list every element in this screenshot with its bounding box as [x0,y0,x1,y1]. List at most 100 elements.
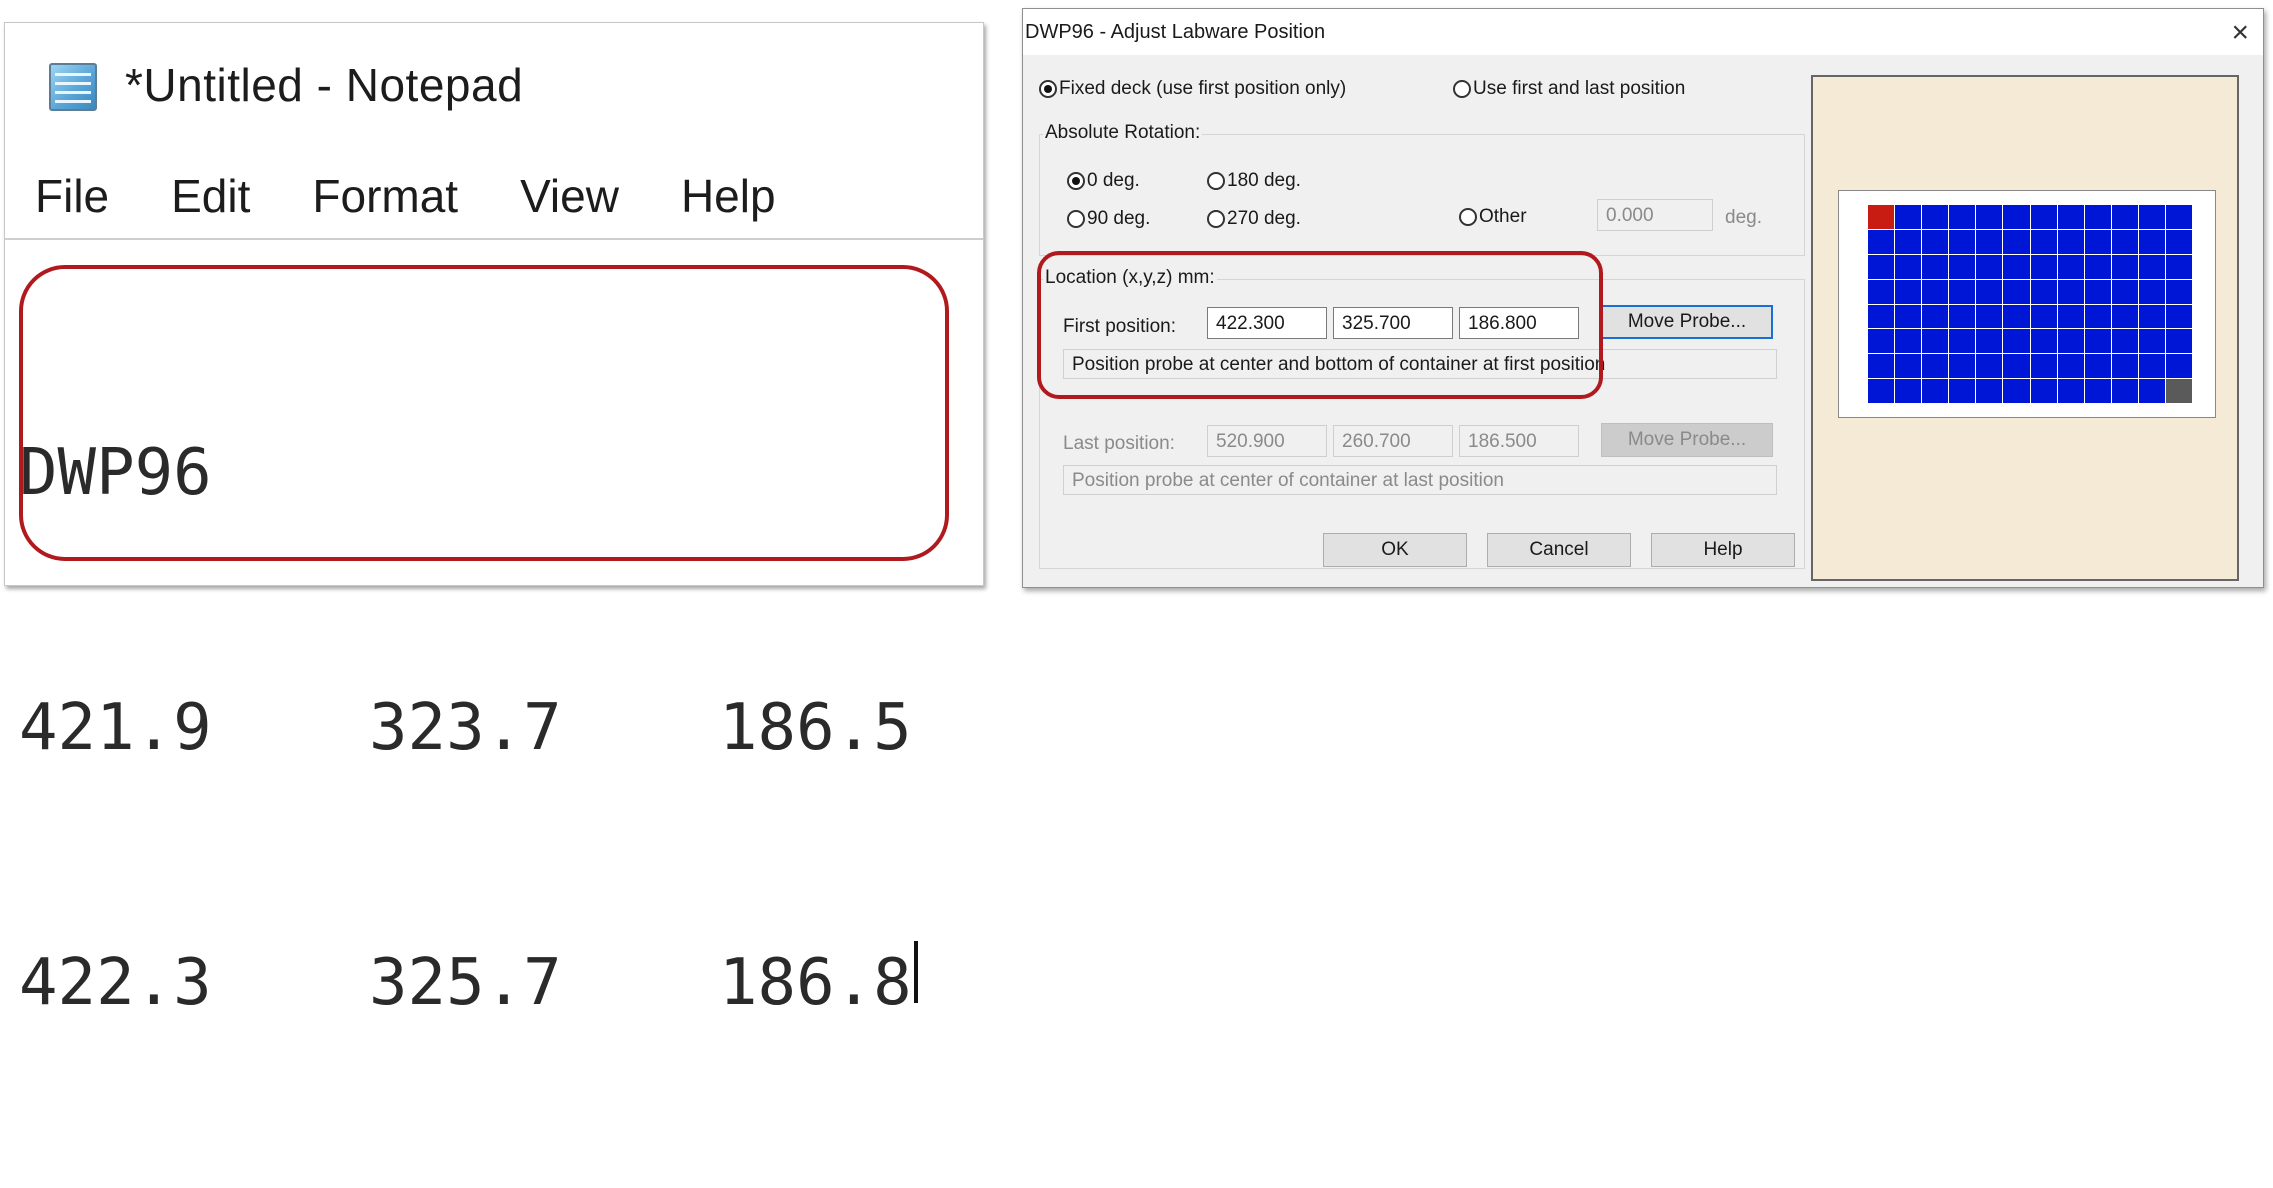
menu-help[interactable]: Help [681,169,776,223]
adjust-labware-dialog: DWP96 - Adjust Labware Position × Fixed … [1022,8,2264,588]
rotation-group [1039,134,1805,256]
plate-well [1922,279,1949,304]
text-value-z: 186.8 [719,946,912,1020]
first-x-input[interactable]: 422.300 [1207,307,1327,339]
plate-well [2111,279,2138,304]
notepad-window: *Untitled - Notepad File Edit Format Vie… [4,22,984,1020]
plate-well [2003,254,2030,279]
plate-well [2165,254,2192,279]
menu-divider [5,238,983,240]
plate-well [1868,205,1895,229]
plate-well [1868,379,1895,403]
plate-well [2111,205,2138,229]
plate-well [2138,304,2165,329]
plate-well [1895,379,1922,403]
plate-well [2003,304,2030,329]
plate-well [2111,229,2138,254]
menu-format[interactable]: Format [312,169,458,223]
notepad-titlebar: *Untitled - Notepad [43,55,523,115]
radio-fixed-deck[interactable]: Fixed deck (use first position only) [1039,78,1346,100]
radio-first-last-label: Use first and last position [1473,78,1686,99]
radio-rotation-90[interactable]: 90 deg. [1067,208,1150,230]
first-z-input[interactable]: 186.800 [1459,307,1579,339]
last-y-input[interactable]: 260.700 [1333,425,1453,457]
radio-rotation-other[interactable]: Other [1459,206,1527,228]
menu-view[interactable]: View [520,169,619,223]
plate-well [2138,379,2165,403]
menu-file[interactable]: File [35,169,109,223]
plate-well [2030,354,2057,379]
notepad-title: *Untitled - Notepad [125,59,524,111]
plate-well [1949,254,1976,279]
plate-well [2003,354,2030,379]
notepad-menubar: File Edit Format View Help [35,169,838,223]
plate-outline [1838,190,2216,418]
text-value-x: 421.9 [19,691,212,765]
plate-well [2165,205,2192,229]
cancel-button[interactable]: Cancel [1487,533,1631,567]
radio-rotation-0[interactable]: 0 deg. [1067,170,1140,192]
plate-well [1922,329,1949,354]
radio-rotation-180[interactable]: 180 deg. [1207,170,1301,192]
first-y-input[interactable]: 325.700 [1333,307,1453,339]
plate-well [1976,329,2003,354]
menu-edit[interactable]: Edit [171,169,250,223]
plate-well [1868,254,1895,279]
plate-well [2003,279,2030,304]
plate-well [1868,329,1895,354]
plate-well [1922,379,1949,403]
plate-well [1922,304,1949,329]
plate-well [2057,304,2084,329]
radio-first-last[interactable]: Use first and last position [1453,78,1685,100]
plate-well [2084,254,2111,279]
plate-well [2138,205,2165,229]
plate-well [1976,205,2003,229]
plate-well [2057,329,2084,354]
text-value-z: 186.5 [719,691,912,765]
radio-rotation-0-label: 0 deg. [1087,170,1140,191]
plate-well [1895,329,1922,354]
notepad-text-area[interactable]: DWP96 421.9 323.7 186.5 422.3 325.7 186.… [19,261,918,1188]
radio-rotation-270[interactable]: 270 deg. [1207,208,1301,230]
plate-well [1949,329,1976,354]
plate-well [2111,304,2138,329]
plate-well [1895,254,1922,279]
plate-well [1868,279,1895,304]
last-move-probe-button[interactable]: Move Probe... [1601,423,1773,457]
dialog-titlebar: DWP96 - Adjust Labware Position × [1023,9,2263,55]
help-button[interactable]: Help [1651,533,1795,567]
rotation-group-label: Absolute Rotation: [1043,122,1203,144]
radio-rotation-90-label: 90 deg. [1087,208,1151,229]
plate-well [1949,379,1976,403]
plate-well [1949,279,1976,304]
text-value-y: 325.7 [369,946,562,1020]
plate-well [1895,229,1922,254]
plate-well [1922,254,1949,279]
plate-well [2084,379,2111,403]
plate-well [2138,329,2165,354]
labware-preview [1811,75,2239,581]
last-z-input[interactable]: 186.500 [1459,425,1579,457]
plate-well [2138,229,2165,254]
plate-well [2003,379,2030,403]
first-move-probe-button[interactable]: Move Probe... [1601,305,1773,339]
plate-well [2084,329,2111,354]
radio-selected-icon [1039,80,1057,98]
plate-well [2165,279,2192,304]
plate-well [1868,229,1895,254]
close-icon[interactable]: × [2231,16,2249,50]
plate-well [1895,205,1922,229]
radio-empty-icon [1207,210,1225,228]
ok-button[interactable]: OK [1323,533,1467,567]
plate-well [2030,205,2057,229]
plate-well [2057,379,2084,403]
plate-well [2084,354,2111,379]
plate-well [2003,329,2030,354]
last-x-input[interactable]: 520.900 [1207,425,1327,457]
plate-well [2138,254,2165,279]
dialog-title: DWP96 - Adjust Labware Position [1025,21,1326,43]
radio-rotation-other-label: Other [1479,206,1527,227]
plate-well [2084,205,2111,229]
rotation-other-input[interactable]: 0.000 [1597,199,1713,231]
plate-well [2030,254,2057,279]
